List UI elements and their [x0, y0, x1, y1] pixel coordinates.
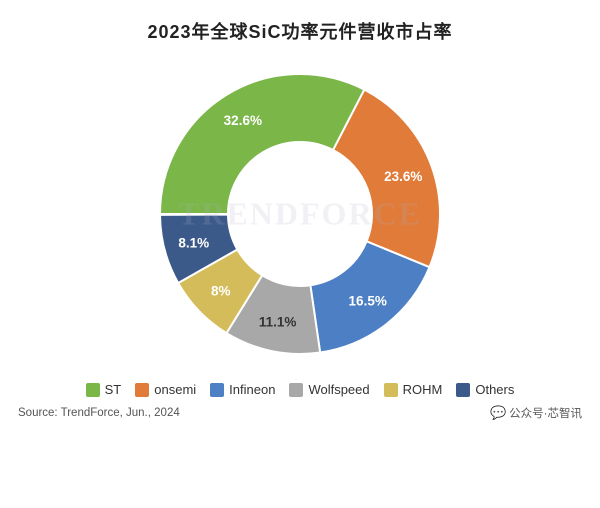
- legend: ST onsemi Infineon Wolfspeed ROHM Others: [86, 382, 515, 397]
- source-text: Source: TrendForce, Jun., 2024: [18, 407, 180, 419]
- legend-label-wolfspeed: Wolfspeed: [308, 382, 369, 397]
- chart-container: 2023年全球SiC功率元件营收市占率 TRENDFORCE 32.6%23.6…: [0, 0, 600, 508]
- legend-label-infineon: Infineon: [229, 382, 275, 397]
- legend-item-others: Others: [456, 382, 514, 397]
- segment-label-st: 32.6%: [224, 113, 262, 128]
- donut-svg: 32.6% 23.6% 16.5% 11.1% 8% 8.1%: [110, 54, 490, 374]
- segment-st: [160, 74, 364, 214]
- legend-item-st: ST: [86, 382, 122, 397]
- legend-item-infineon: Infineon: [210, 382, 275, 397]
- legend-color-onsemi: [135, 383, 149, 397]
- wechat-icon: 💬: [490, 405, 506, 421]
- legend-item-onsemi: onsemi: [135, 382, 196, 397]
- legend-label-onsemi: onsemi: [154, 382, 196, 397]
- legend-label-rohm: ROHM: [403, 382, 443, 397]
- legend-color-rohm: [384, 383, 398, 397]
- chart-title: 2023年全球SiC功率元件营收市占率: [147, 18, 452, 44]
- legend-label-st: ST: [105, 382, 122, 397]
- legend-color-wolfspeed: [289, 383, 303, 397]
- legend-color-infineon: [210, 383, 224, 397]
- wechat-badge: 💬 公众号·芯智讯: [490, 405, 582, 421]
- segment-label-wolfspeed: 11.1%: [259, 315, 297, 330]
- legend-label-others: Others: [475, 382, 514, 397]
- legend-item-wolfspeed: Wolfspeed: [289, 382, 369, 397]
- legend-item-rohm: ROHM: [384, 382, 443, 397]
- segment-label-onsemi: 23.6%: [384, 169, 422, 184]
- wechat-label: 公众号·芯智讯: [509, 405, 582, 421]
- source-row: Source: TrendForce, Jun., 2024 💬 公众号·芯智讯: [0, 399, 600, 421]
- donut-chart-area: TRENDFORCE 32.6%23.6%16.5%11.1%8%8.1%: [110, 54, 490, 374]
- segment-label-infineon: 16.5%: [349, 294, 387, 309]
- segment-label-others: 8.1%: [178, 235, 209, 250]
- legend-color-st: [86, 383, 100, 397]
- segment-label-rohm: 8%: [211, 283, 231, 298]
- legend-color-others: [456, 383, 470, 397]
